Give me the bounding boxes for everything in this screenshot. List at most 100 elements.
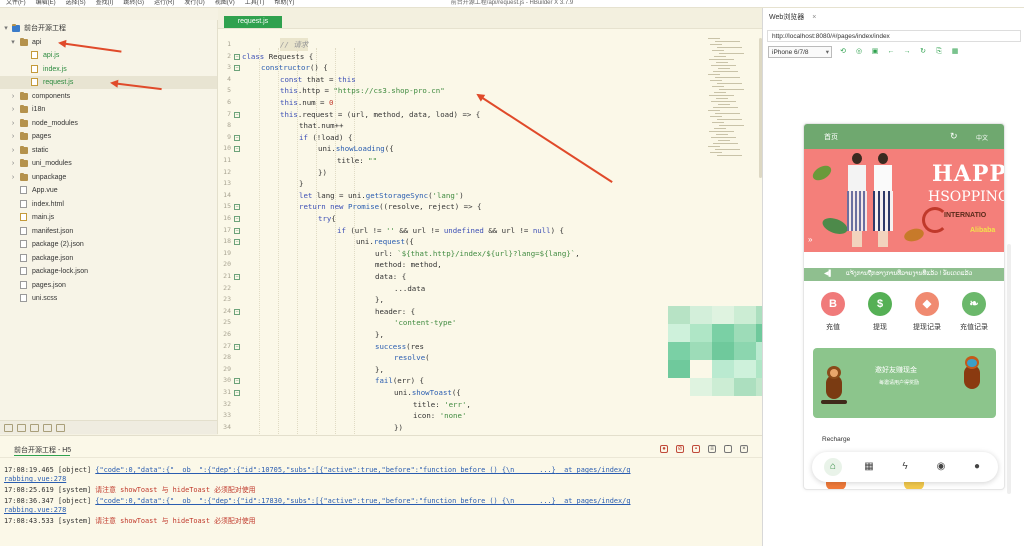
tab-request-js[interactable]: request.js <box>224 16 282 28</box>
log-source-link[interactable]: at pages/index/g <box>556 497 630 505</box>
folder-icon[interactable] <box>17 424 26 432</box>
fold-toggle-icon[interactable]: − <box>234 390 240 396</box>
tree-item--[interactable]: ▾ 前台开源工程 <box>0 22 217 35</box>
chevron-right-icon[interactable]: › <box>9 103 17 116</box>
lightning-icon[interactable]: ϟ <box>896 458 914 476</box>
log-message[interactable]: {"code":0,"data":{"__ob__":{"dep":{"id":… <box>95 466 556 474</box>
quick-action-1[interactable]: $ 提现 <box>861 292 899 332</box>
fold-toggle-icon[interactable]: − <box>234 204 240 211</box>
chevron-right-icon[interactable]: › <box>9 117 17 130</box>
fold-toggle-icon[interactable]: − <box>234 111 240 118</box>
banner-next-icon[interactable]: » <box>808 235 812 244</box>
code-line[interactable]: 34}) <box>218 421 698 434</box>
log-time: 17:08:19.465 <box>4 466 54 474</box>
chevron-right-icon[interactable]: › <box>9 171 17 184</box>
stop-icon[interactable]: ● <box>660 445 668 453</box>
chevron-down-icon[interactable]: ▾ <box>9 36 17 49</box>
chevron-right-icon[interactable]: › <box>9 157 17 170</box>
tree-item-app-vue[interactable]: App.vue <box>0 184 217 197</box>
code-editor[interactable]: request.js 1// 请求 2− class Requests {3− con… <box>218 8 932 438</box>
fold-toggle-icon[interactable]: − <box>234 227 240 234</box>
tree-item-index-js[interactable]: index.js <box>0 63 217 76</box>
chevron-up-icon[interactable]: ˆ <box>724 445 732 453</box>
refresh-icon[interactable]: ↻ <box>919 48 927 56</box>
log-source-link[interactable]: rabbing.vue:278 <box>4 475 630 484</box>
tree-item-uni-scss[interactable]: uni.scss <box>0 292 217 305</box>
record-icon[interactable]: ▪ <box>692 445 700 453</box>
settings-icon[interactable] <box>56 424 65 432</box>
tree-item-api[interactable]: ▾ api <box>0 36 217 49</box>
device-select[interactable]: iPhone 6/7/8 <box>768 46 832 58</box>
notice-bar[interactable]: ◀▌ ແຈ້ງການຖືກຮາງການທີ່ລາຍງານທີ່ແລ້ວ ! ອັ… <box>804 268 1004 281</box>
preview-scrollbar[interactable] <box>1007 244 1011 494</box>
phone-preview[interactable]: 首页 ↻ 中文 HAPP HSOPPING INTERNATIO Alibaba… <box>803 123 1005 490</box>
collapse-icon[interactable] <box>43 424 52 432</box>
back-icon[interactable]: ← <box>887 48 895 56</box>
quick-action-2[interactable]: ◆ 提现记录 <box>908 292 946 332</box>
log-entry[interactable]: 17:08:25.619 [system] 请注意 showToast 与 hi… <box>4 486 255 495</box>
tree-item-package-lock-json[interactable]: package-lock.json <box>0 265 217 278</box>
quick-action-0[interactable]: B 充值 <box>814 292 852 332</box>
fold-toggle-icon[interactable]: − <box>234 378 240 385</box>
refresh-icon[interactable] <box>30 424 39 432</box>
new-file-icon[interactable] <box>4 424 13 432</box>
tree-item-pages[interactable]: › pages <box>0 130 217 143</box>
promo-banner[interactable]: HAPP HSOPPING INTERNATIO Alibaba » <box>804 149 1004 252</box>
fold-toggle-icon[interactable]: − <box>234 53 240 60</box>
home-icon[interactable]: ⌂ <box>824 458 842 476</box>
log-source-link[interactable]: at pages/index/g <box>556 466 630 474</box>
tree-item-i18n[interactable]: › i18n <box>0 103 217 116</box>
minimap[interactable] <box>708 38 756 158</box>
qr-code-icon[interactable]: ▦ <box>951 48 959 56</box>
log-source-link[interactable]: rabbing.vue:278 <box>4 506 630 515</box>
tree-item-package-json[interactable]: package.json <box>0 252 217 265</box>
fold-toggle-icon[interactable]: − <box>234 216 240 222</box>
invite-card[interactable]: 邀好友赚现金 每邀请用户得奖励 <box>813 348 996 418</box>
screenshot-icon[interactable]: ▣ <box>871 48 879 56</box>
rotate-icon[interactable]: ⟲ <box>839 48 847 56</box>
fold-toggle-icon[interactable]: − <box>234 343 240 350</box>
chevron-right-icon[interactable]: › <box>9 130 17 143</box>
language-switch[interactable]: 中文 <box>976 133 988 142</box>
tree-item-main-js[interactable]: main.js <box>0 211 217 224</box>
tree-item-manifest-json[interactable]: manifest.json <box>0 225 217 238</box>
tree-item-static[interactable]: › static <box>0 144 217 157</box>
target-icon[interactable]: ◎ <box>855 48 863 56</box>
log-message[interactable]: {"code":0,"data":{"__ob__":{"dep":{"id":… <box>95 497 556 505</box>
chat-icon[interactable]: ◉ <box>932 458 950 476</box>
tree-item-node-modules[interactable]: › node_modules <box>0 117 217 130</box>
chevron-down-icon[interactable]: ▾ <box>2 22 10 35</box>
log-entry[interactable]: 17:08:19.465 [object] {"code":0,"data":{… <box>4 466 630 484</box>
tree-item-uni-modules[interactable]: › uni_modules <box>0 157 217 170</box>
fold-toggle-icon[interactable]: − <box>234 65 240 72</box>
fold-toggle-icon[interactable]: − <box>234 274 240 280</box>
open-external-icon[interactable]: ⎘ <box>935 48 943 56</box>
url-input[interactable]: http://localhost:8080/#/pages/index/inde… <box>767 30 1021 42</box>
fold-toggle-icon[interactable]: − <box>234 134 240 141</box>
clear-icon[interactable]: ⊘ <box>676 445 684 453</box>
tab-web-browser[interactable]: Web浏览器 × <box>769 12 816 22</box>
chevron-right-icon[interactable]: › <box>9 90 17 103</box>
log-tag: [system] <box>53 517 96 525</box>
console-title[interactable]: 前台开源工程 - H5 <box>14 445 71 456</box>
tree-item-index-html[interactable]: index.html <box>0 198 217 211</box>
filter-icon[interactable]: ≡ <box>708 445 716 453</box>
chevron-right-icon[interactable]: › <box>9 144 17 157</box>
fold-toggle-icon[interactable]: − <box>234 146 240 153</box>
log-tag: [system] <box>53 486 96 494</box>
user-icon[interactable]: ● <box>968 458 986 476</box>
close-icon[interactable]: × <box>812 14 816 21</box>
quick-action-3[interactable]: ❧ 充值记录 <box>955 292 993 332</box>
fold-toggle-icon[interactable]: − <box>234 239 240 246</box>
close-icon[interactable]: × <box>740 445 748 453</box>
forward-icon[interactable]: → <box>903 48 911 56</box>
tree-item-package-2-json[interactable]: package (2).json <box>0 238 217 251</box>
fold-toggle-icon[interactable]: − <box>234 308 240 315</box>
log-entry[interactable]: 17:08:36.347 [object] {"code":0,"data":{… <box>4 497 630 515</box>
refresh-icon[interactable]: ↻ <box>950 131 958 142</box>
calendar-icon[interactable]: ▦ <box>860 458 878 476</box>
log-entry[interactable]: 17:08:43.533 [system] 请注意 showToast 与 hi… <box>4 517 255 526</box>
tree-item-components[interactable]: › components <box>0 90 217 103</box>
tree-item-pages-json[interactable]: pages.json <box>0 279 217 292</box>
tree-item-unpackage[interactable]: › unpackage <box>0 171 217 184</box>
